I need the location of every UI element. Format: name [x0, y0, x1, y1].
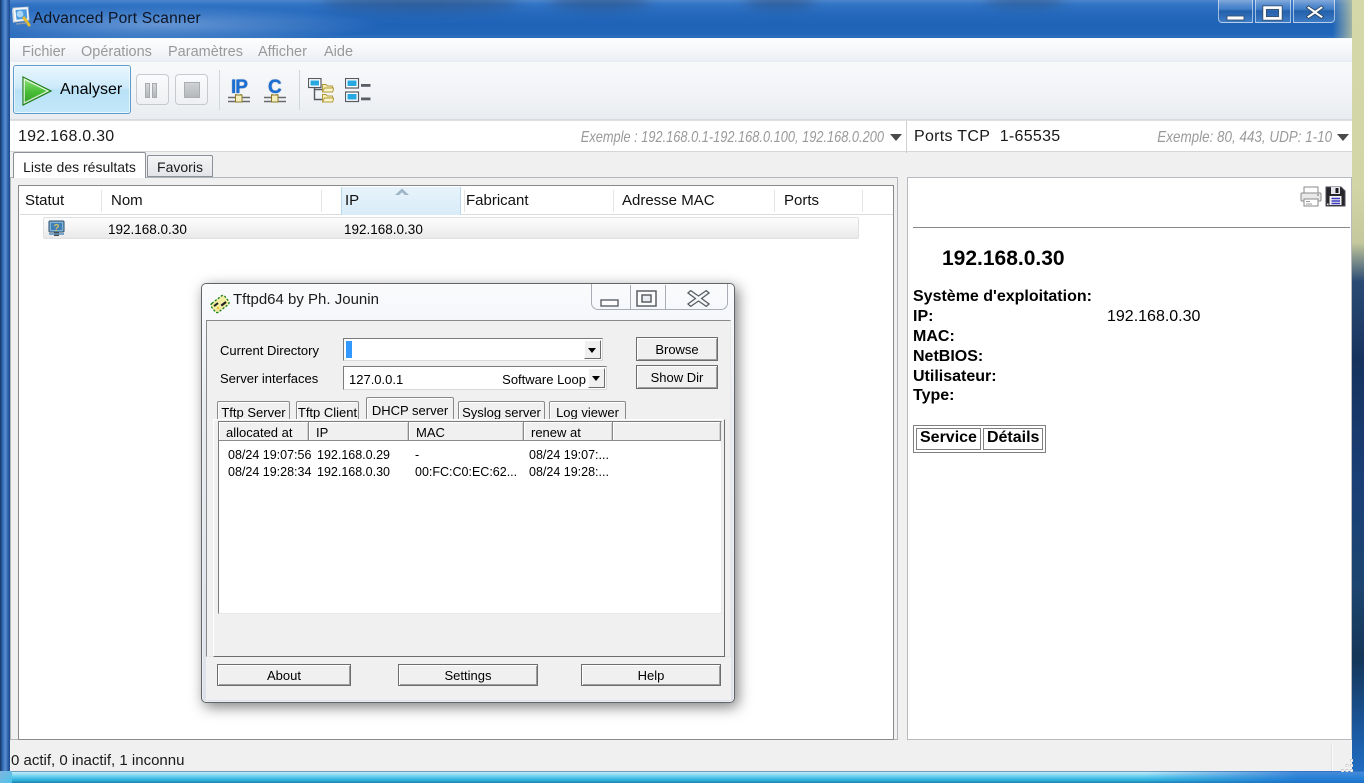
svg-text:?: ? — [53, 223, 59, 234]
